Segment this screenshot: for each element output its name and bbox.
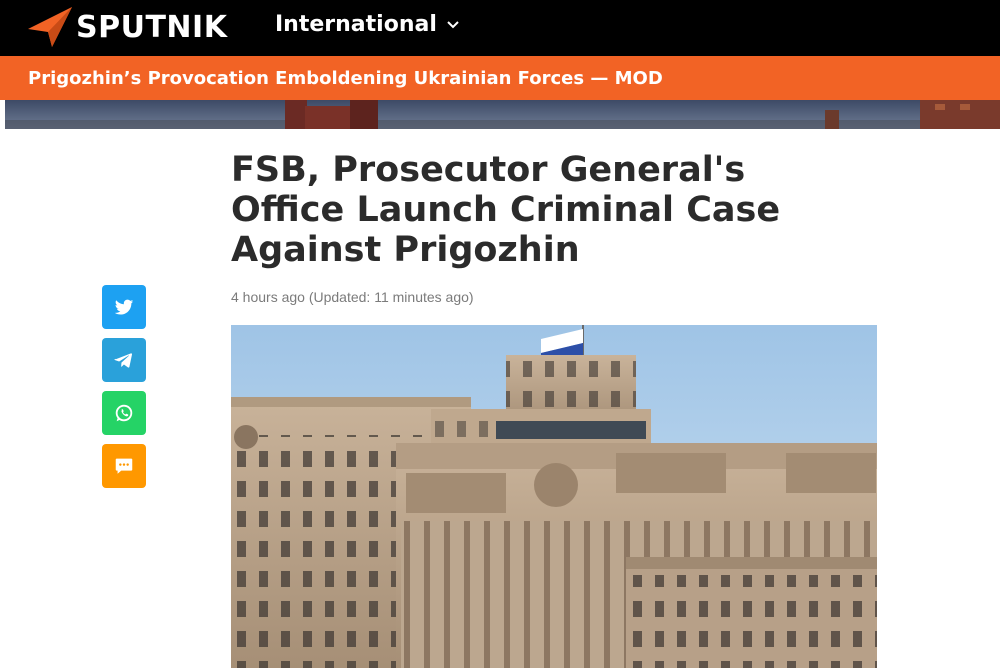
site-header: SPUTNIK International xyxy=(0,0,1000,56)
whatsapp-icon xyxy=(115,404,133,422)
twitter-icon xyxy=(114,299,134,315)
edition-label: International xyxy=(275,12,437,37)
article-headline: FSB, Prosecutor General's Office Launch … xyxy=(231,150,781,270)
share-whatsapp-button[interactable] xyxy=(102,391,146,435)
telegram-icon xyxy=(114,353,133,368)
article-timestamp: 4 hours ago (Updated: 11 minutes ago) xyxy=(231,289,474,305)
share-telegram-button[interactable] xyxy=(102,338,146,382)
logo-text: SPUTNIK xyxy=(76,9,228,45)
breaking-news-bar: Prigozhin’s Provocation Emboldening Ukra… xyxy=(0,56,1000,100)
chevron-down-icon xyxy=(447,20,459,28)
article-photo[interactable] xyxy=(231,325,877,668)
comment-icon xyxy=(115,458,133,474)
header-banner-image xyxy=(5,100,1000,129)
comments-button[interactable] xyxy=(102,444,146,488)
share-twitter-button[interactable] xyxy=(102,285,146,329)
edition-selector[interactable]: International xyxy=(275,12,459,37)
sputnik-logo[interactable]: SPUTNIK xyxy=(26,5,227,49)
sputnik-logo-icon xyxy=(28,7,72,47)
breaking-news-link[interactable]: Prigozhin’s Provocation Emboldening Ukra… xyxy=(28,68,663,89)
